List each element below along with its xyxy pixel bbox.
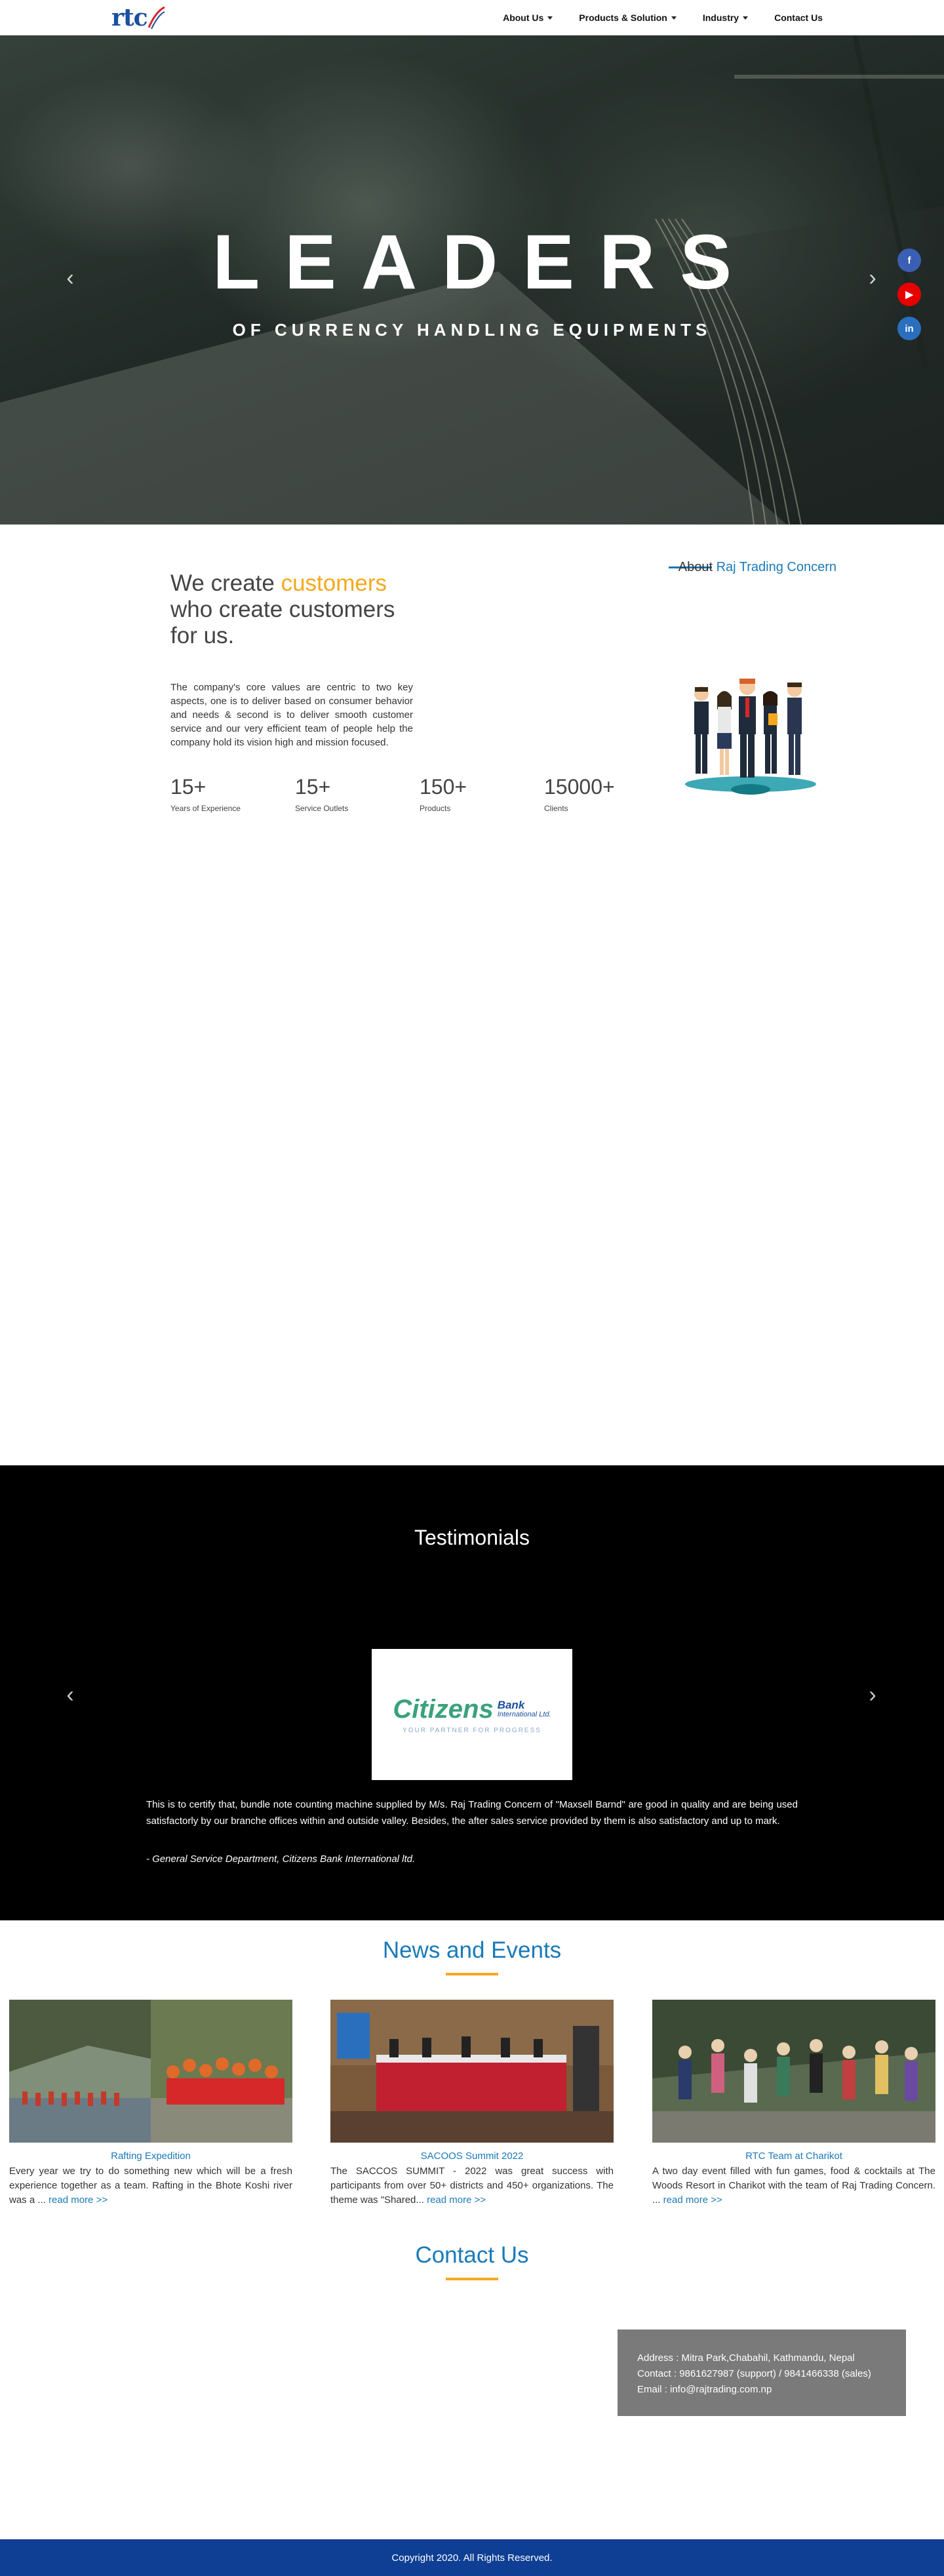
youtube-link[interactable]: ▶ xyxy=(897,283,921,306)
nav-industry-label: Industry xyxy=(702,12,739,23)
hero-carousel: LEADERS OF CURRENCY HANDLING EQUIPMENTS … xyxy=(0,35,944,525)
caret-down-icon xyxy=(547,16,553,20)
news-caption[interactable]: RTC Team at Charikot xyxy=(652,2150,935,2162)
testimonial-next-button[interactable]: › xyxy=(863,1682,882,1708)
news-title-underline xyxy=(446,1973,498,1975)
team-illustration xyxy=(685,679,816,795)
news-image-charikot[interactable] xyxy=(652,2000,935,2143)
linkedin-icon: in xyxy=(905,323,914,334)
caret-down-icon xyxy=(671,16,677,20)
news-text: A two day event filled with fun games, f… xyxy=(652,2164,935,2208)
stat-clients: 15000+ Clients xyxy=(544,774,669,813)
contact-address: Address : Mitra Park,Chabahil, Kathmandu… xyxy=(637,2352,855,2364)
facebook-icon: f xyxy=(907,254,911,266)
nav-industry[interactable]: Industry xyxy=(690,12,761,23)
saccos-photo xyxy=(330,2000,614,2143)
stats-row: 15+ Years of Experience 15+ Service Outlet… xyxy=(170,774,669,813)
news-title: News and Events xyxy=(382,1937,562,1963)
news-card: SACOOS Summit 2022 The SACCOS SUMMIT - 2… xyxy=(330,2000,614,2208)
news-caption[interactable]: Rafting Expedition xyxy=(9,2150,292,2162)
navbar: rtc About Us Products & Solution Industr… xyxy=(0,0,944,35)
stat-label: Products xyxy=(420,804,451,813)
logo-bank-text: Bank xyxy=(497,1698,525,1711)
chevron-left-icon: ‹ xyxy=(66,1682,74,1707)
hero-title: LEADERS xyxy=(212,219,757,306)
logo-text: rtc xyxy=(111,4,148,31)
stat-years: 15+ Years of Experience xyxy=(170,774,295,813)
citizens-bank-logo: Citizens Bank International Ltd. YOUR PA… xyxy=(372,1649,572,1780)
stat-label: Service Outlets xyxy=(295,804,349,813)
contact-title: Contact Us xyxy=(415,2242,529,2268)
logo-bank-block: Bank International Ltd. xyxy=(497,1698,551,1720)
youtube-icon: ▶ xyxy=(905,289,913,300)
stat-value: 150+ xyxy=(420,775,467,799)
chevron-right-icon: › xyxy=(869,1682,876,1707)
testimonial-prev-button[interactable]: ‹ xyxy=(60,1682,80,1708)
testimonial-quote: This is to certify that, bundle note cou… xyxy=(146,1799,798,1827)
chevron-left-icon: ‹ xyxy=(66,265,74,290)
facebook-link[interactable]: f xyxy=(897,248,921,272)
contact-title-underline xyxy=(446,2278,498,2280)
logo-swoosh-icon xyxy=(148,6,165,30)
about-body: The company's core values are centric to… xyxy=(170,682,413,748)
stat-outlets: 15+ Service Outlets xyxy=(295,774,420,813)
carousel-next-button[interactable]: › xyxy=(863,265,882,291)
stat-value: 15000+ xyxy=(544,775,615,799)
caret-down-icon xyxy=(743,16,749,20)
about-heading: We create customers who create customers… xyxy=(170,570,413,649)
about-company-link[interactable]: About Raj Trading Concern xyxy=(669,559,836,575)
site-logo[interactable]: rtc xyxy=(111,4,166,31)
nav-about-us[interactable]: About Us xyxy=(490,12,566,23)
news-text: The SACCOS SUMMIT - 2022 was great succe… xyxy=(330,2164,614,2208)
news-image-saccos[interactable] xyxy=(330,2000,614,2143)
testimonials-section: Testimonials Citizens Bank International… xyxy=(0,1465,944,1920)
nav-products-solution[interactable]: Products & Solution xyxy=(566,12,690,23)
news-card: Rafting Expedition Every year we try to … xyxy=(9,2000,292,2208)
read-more-link[interactable]: read more >> xyxy=(49,2194,108,2206)
about-link-pre: About xyxy=(678,560,717,574)
logo-wordmark: Citizens Bank International Ltd. xyxy=(393,1695,551,1724)
contact-phone[interactable]: Contact : 9861627987 (support) / 9841466… xyxy=(637,2366,886,2382)
news-caption[interactable]: SACOOS Summit 2022 xyxy=(330,2150,614,2162)
logo-tagline: YOUR PARTNER FOR PROGRESS xyxy=(403,1727,541,1734)
heading-post: who create customers for us. xyxy=(170,597,395,648)
stat-label: Years of Experience xyxy=(170,804,241,813)
contact-email[interactable]: Email : info@rajtrading.com.np xyxy=(637,2382,886,2398)
news-image-rafting[interactable] xyxy=(9,2000,292,2143)
about-intro: We create customers who create customers… xyxy=(170,570,413,749)
stat-value: 15+ xyxy=(295,775,331,799)
chevron-right-icon: › xyxy=(869,265,876,290)
charikot-photo xyxy=(652,2000,935,2143)
news-text: Every year we try to do something new wh… xyxy=(9,2164,292,2208)
footer: Copyright 2020. All Rights Reserved. xyxy=(0,2539,944,2576)
read-more-link[interactable]: read more >> xyxy=(663,2194,722,2206)
nav-contact-label: Contact Us xyxy=(774,12,823,23)
heading-pre: We create xyxy=(170,570,281,596)
logo-intl-text: International Ltd. xyxy=(497,1710,551,1718)
stat-label: Clients xyxy=(544,804,568,813)
read-more-link[interactable]: read more >> xyxy=(427,2194,486,2206)
stat-value: 15+ xyxy=(170,775,206,799)
nav-products-label: Products & Solution xyxy=(579,12,667,23)
stat-products: 150+ Products xyxy=(420,774,544,813)
news-card: RTC Team at Charikot A two day event fil… xyxy=(652,2000,935,2208)
testimonials-title: Testimonials xyxy=(414,1526,530,1549)
carousel-prev-button[interactable]: ‹ xyxy=(60,265,80,291)
main-nav: About Us Products & Solution Industry Co… xyxy=(490,0,836,35)
nav-about-us-label: About Us xyxy=(503,12,544,23)
copyright-text: Copyright 2020. All Rights Reserved. xyxy=(391,2552,553,2564)
nav-contact-us[interactable]: Contact Us xyxy=(761,12,836,23)
rafting-photo xyxy=(9,2000,292,2143)
testimonial-author: - General Service Department, Citizens B… xyxy=(146,1853,416,1865)
about-link-highlight: Raj Trading Concern xyxy=(716,560,836,574)
logo-main-text: Citizens xyxy=(393,1695,494,1724)
hero-subtitle: OF CURRENCY HANDLING EQUIPMENTS xyxy=(232,320,712,340)
heading-accent: customers xyxy=(281,570,387,596)
contact-info-box: Address : Mitra Park,Chabahil, Kathmandu… xyxy=(618,2329,906,2416)
linkedin-link[interactable]: in xyxy=(897,317,921,340)
